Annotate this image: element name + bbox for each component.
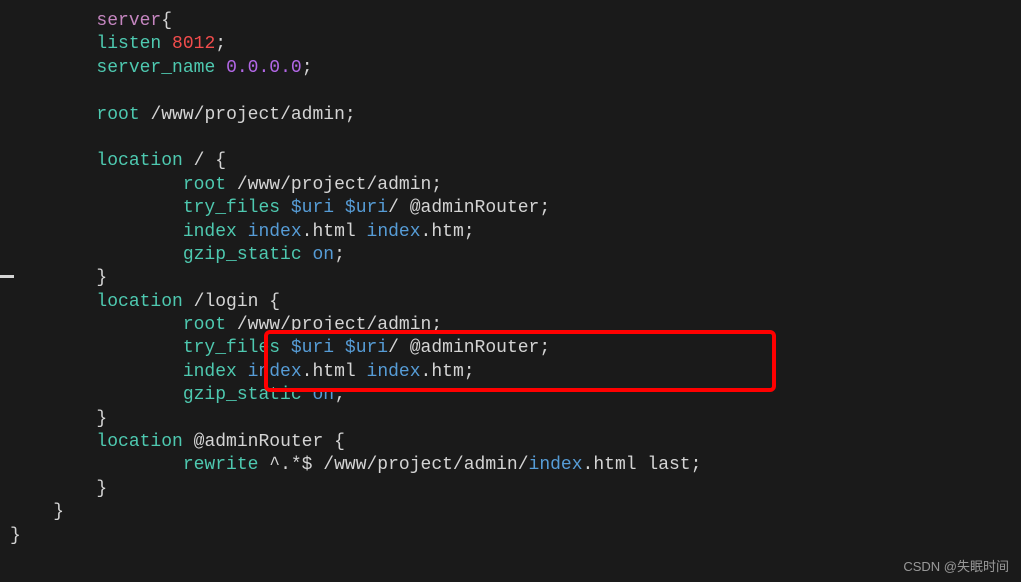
line-8: root /www/project/admin; bbox=[10, 175, 442, 195]
line-18: } bbox=[10, 409, 107, 429]
line-17: gzip_static on; bbox=[10, 385, 345, 405]
line-9: try_files $uri $uri/ @adminRouter; bbox=[10, 198, 550, 218]
line-21: } bbox=[10, 479, 107, 499]
line-19: location @adminRouter { bbox=[10, 432, 345, 452]
line-15: try_files $uri $uri/ @adminRouter; bbox=[10, 338, 550, 358]
line-16: index index.html index.htm; bbox=[10, 362, 475, 382]
line-14: root /www/project/admin; bbox=[10, 315, 442, 335]
line-3: server_name 0.0.0.0; bbox=[10, 58, 313, 78]
line-5: root /www/project/admin; bbox=[10, 105, 356, 125]
line-23: } bbox=[10, 526, 21, 546]
line-7: location / { bbox=[10, 151, 226, 171]
line-22: } bbox=[10, 502, 64, 522]
line-20: rewrite ^.*$ /www/project/admin/index.ht… bbox=[10, 455, 701, 475]
line-12: } bbox=[10, 268, 107, 288]
line-10: index index.html index.htm; bbox=[10, 222, 475, 242]
watermark-text: CSDN @失眠时间 bbox=[903, 559, 1009, 576]
code-block[interactable]: server{ listen 8012; server_name 0.0.0.0… bbox=[0, 0, 1021, 548]
cursor-indicator bbox=[0, 275, 14, 278]
line-13: location /login { bbox=[10, 292, 280, 312]
line-1: server{ bbox=[10, 11, 172, 31]
line-11: gzip_static on; bbox=[10, 245, 345, 265]
line-2: listen 8012; bbox=[10, 34, 226, 54]
